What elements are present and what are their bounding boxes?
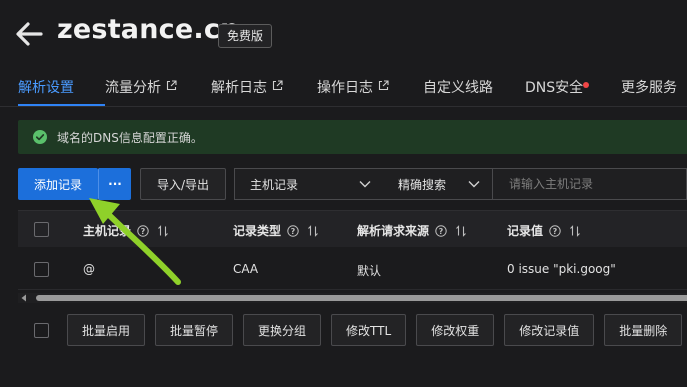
tab-resolution-logs[interactable]: 解析日志 [211, 70, 317, 106]
modify-record-value-button[interactable]: 修改记录值 [504, 314, 595, 346]
tab-traffic-analysis[interactable]: 流量分析 [105, 70, 211, 106]
chevron-down-icon [468, 181, 480, 188]
tab-dns-settings[interactable]: 解析设置 [18, 70, 105, 106]
tab-label: DNS安全 [525, 77, 590, 97]
column-label: 解析请求来源 [357, 224, 430, 238]
bulk-pause-button[interactable]: 批量暂停 [155, 314, 234, 346]
field-select-value: 主机记录 [250, 177, 299, 192]
external-link-icon [378, 80, 389, 91]
table-header: 主机记录 ? 记录类型 ? 解析请求来源 ? 记录值 ? [18, 210, 687, 247]
tab-divider [0, 106, 687, 107]
cell-type: CAA [233, 262, 259, 276]
select-all-checkbox[interactable] [34, 222, 49, 237]
sort-icon[interactable] [455, 224, 467, 237]
table-row[interactable]: @ CAA 默认 0 issue "pki.goog" [18, 248, 687, 290]
bulk-delete-button[interactable]: 批量删除 [604, 314, 683, 346]
scroll-left-icon[interactable] [20, 294, 28, 302]
search-mode-select[interactable]: 精确搜索 [383, 168, 493, 200]
row-checkbox[interactable] [34, 262, 49, 277]
help-circle-icon[interactable]: ? [549, 224, 561, 237]
bulk-select-checkbox[interactable] [34, 322, 49, 338]
tab-operation-logs[interactable]: 操作日志 [317, 70, 423, 106]
modify-weight-button[interactable]: 修改权重 [416, 314, 495, 346]
domain-title: zestance.cn [57, 14, 240, 45]
column-label: 记录类型 [233, 224, 282, 238]
tab-label: 操作日志 [317, 80, 373, 96]
alert-text: 域名的DNS信息配置正确。 [57, 130, 203, 145]
svg-text:?: ? [291, 226, 296, 235]
chevron-down-icon [359, 181, 371, 188]
tab-dns-security[interactable]: DNS安全 [525, 70, 621, 106]
svg-text:?: ? [141, 226, 146, 235]
help-circle-icon[interactable]: ? [137, 224, 149, 237]
column-header-host: 主机记录 ? [83, 222, 169, 239]
field-select[interactable]: 主机记录 [234, 168, 384, 200]
search-input[interactable] [493, 168, 687, 200]
import-export-button[interactable]: 导入/导出 [140, 168, 226, 200]
help-circle-icon[interactable]: ? [435, 224, 447, 237]
sort-icon[interactable] [307, 224, 319, 237]
tab-more-services[interactable]: 更多服务 [621, 70, 687, 106]
sort-icon[interactable] [569, 224, 581, 237]
help-circle-icon[interactable]: ? [287, 224, 299, 237]
check-circle-icon [33, 130, 47, 144]
more-actions-button[interactable]: ··· [98, 168, 131, 200]
search-mode-value: 精确搜索 [398, 177, 447, 192]
tab-custom-lines[interactable]: 自定义线路 [423, 70, 525, 106]
modify-ttl-button[interactable]: 修改TTL [331, 314, 407, 346]
cell-source: 默认 [357, 264, 382, 278]
bulk-enable-button[interactable]: 批量启用 [67, 314, 146, 346]
column-label: 主机记录 [83, 224, 132, 238]
notification-dot [583, 82, 590, 88]
scrollbar-thumb[interactable] [36, 295, 687, 301]
column-header-value: 记录值 ? [507, 222, 581, 239]
column-header-type: 记录类型 ? [233, 222, 319, 239]
tab-label: 流量分析 [105, 80, 161, 96]
external-link-icon [272, 80, 283, 91]
plan-badge: 免费版 [218, 24, 273, 48]
external-link-icon [166, 80, 177, 91]
add-record-button[interactable]: 添加记录 [18, 168, 98, 200]
bulk-action-bar: 批量启用 批量暂停 更换分组 修改TTL 修改权重 修改记录值 批量删除 [18, 314, 687, 346]
status-alert: 域名的DNS信息配置正确。 [18, 120, 687, 154]
back-arrow-icon[interactable] [14, 20, 44, 48]
svg-text:?: ? [553, 226, 558, 235]
column-header-source: 解析请求来源 ? [357, 222, 467, 239]
tab-label: 解析日志 [211, 80, 267, 96]
svg-text:?: ? [439, 226, 444, 235]
cell-host: @ [83, 262, 95, 276]
tab-bar: 解析设置 流量分析 解析日志 操作日志 自定义线路 DNS安全 更多服务 [18, 70, 687, 106]
tab-label: 解析设置 [18, 80, 74, 96]
tab-label: 更多服务 [621, 80, 677, 96]
change-group-button[interactable]: 更换分组 [243, 314, 322, 346]
sort-icon[interactable] [157, 224, 169, 237]
tab-label: 自定义线路 [423, 80, 493, 96]
column-label: 记录值 [507, 224, 544, 238]
cell-value: 0 issue "pki.goog" [507, 262, 616, 276]
